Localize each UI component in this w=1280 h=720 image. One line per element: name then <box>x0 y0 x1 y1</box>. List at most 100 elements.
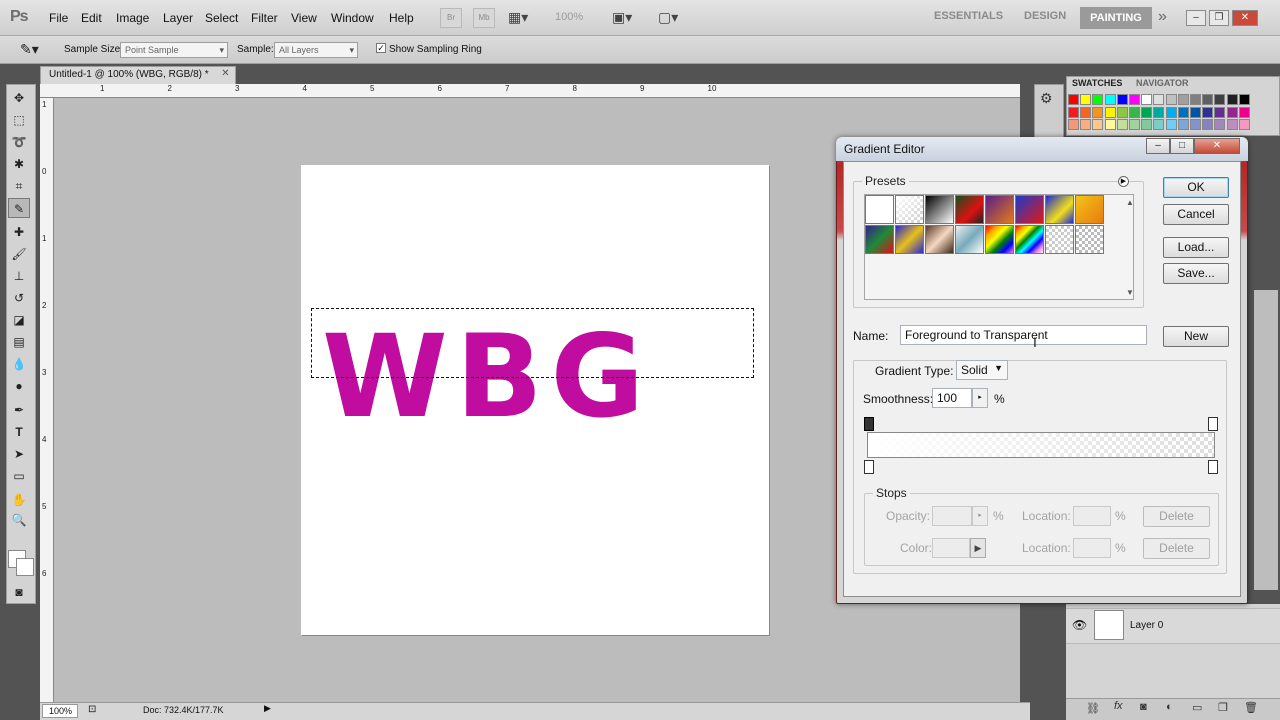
eyedropper-tool-icon[interactable]: ✎ <box>8 198 30 218</box>
ok-button[interactable]: OK <box>1163 177 1229 198</box>
gradient-preset-swatch[interactable] <box>895 195 924 224</box>
color-stop-right[interactable] <box>1208 460 1218 474</box>
opacity-stop-left[interactable] <box>864 417 874 431</box>
swatch[interactable] <box>1165 119 1177 130</box>
restore-icon[interactable]: ❐ <box>1209 10 1229 26</box>
swatch[interactable] <box>1214 119 1226 130</box>
pen-tool-icon[interactable]: ✒ <box>8 400 30 420</box>
swatch[interactable] <box>1202 94 1214 105</box>
hand-tool-icon[interactable]: ✋ <box>8 490 30 510</box>
close-tab-icon[interactable]: ✕ <box>220 69 231 80</box>
gradient-preset-swatch[interactable] <box>1075 225 1104 254</box>
swatch[interactable] <box>1092 94 1104 105</box>
tab-swatches[interactable]: SWATCHES <box>1072 78 1122 88</box>
menu-image[interactable]: Image <box>116 11 149 25</box>
swatch[interactable] <box>1129 119 1140 130</box>
menu-window[interactable]: Window <box>331 11 374 25</box>
eye-visibility-icon[interactable]: 👁 <box>1072 618 1087 632</box>
move-tool-icon[interactable]: ✥ <box>8 88 30 108</box>
layer-mask-icon[interactable]: ◙ <box>1140 701 1147 713</box>
path-selection-tool-icon[interactable]: ➤ <box>8 444 30 464</box>
menu-filter[interactable]: Filter <box>251 11 278 25</box>
color-location-field[interactable] <box>1073 538 1111 558</box>
extras-icon[interactable]: ▦▾ <box>508 9 538 27</box>
quick-select-tool-icon[interactable]: ✱ <box>8 154 30 174</box>
presets-grid[interactable] <box>864 194 1134 300</box>
swatch[interactable] <box>1226 119 1238 130</box>
swatch[interactable] <box>1080 119 1092 130</box>
swatch[interactable] <box>1153 94 1165 105</box>
lasso-tool-icon[interactable]: ➰ <box>8 132 30 152</box>
swatch[interactable] <box>1116 94 1128 105</box>
gradient-preset-swatch[interactable] <box>1045 195 1074 224</box>
swatch[interactable] <box>1165 106 1177 118</box>
gradient-type-select[interactable]: Solid ▼ <box>956 360 1008 380</box>
swatch[interactable] <box>1129 94 1140 105</box>
dodge-tool-icon[interactable]: ● <box>8 376 30 396</box>
swatch[interactable] <box>1202 106 1214 118</box>
trash-icon[interactable]: 🗑 <box>1244 701 1258 714</box>
swatch[interactable] <box>1116 119 1128 130</box>
more-workspaces-icon[interactable]: » <box>1158 8 1167 26</box>
scroll-down-icon[interactable]: ▼ <box>1126 288 1134 297</box>
color-swatch-field[interactable] <box>932 538 970 558</box>
gradient-preset-swatch[interactable] <box>955 195 984 224</box>
gradient-preset-swatch[interactable] <box>1045 225 1074 254</box>
history-panel-icon[interactable]: ⚙ <box>1040 90 1053 107</box>
color-picker-arrow-icon[interactable]: ▶ <box>970 538 986 558</box>
swatch[interactable] <box>1190 106 1201 118</box>
swatch[interactable] <box>1177 94 1189 105</box>
bridge-button[interactable]: Br <box>440 8 462 28</box>
gradient-preset-swatch[interactable] <box>925 195 954 224</box>
swatch[interactable] <box>1068 119 1079 130</box>
swatch[interactable] <box>1190 119 1201 130</box>
menu-layer[interactable]: Layer <box>163 11 193 25</box>
blur-tool-icon[interactable]: 💧 <box>8 354 30 374</box>
swatch[interactable] <box>1116 106 1128 118</box>
swatch[interactable] <box>1104 119 1116 130</box>
gradient-preset-swatch[interactable] <box>865 195 894 224</box>
swatch[interactable] <box>1226 106 1238 118</box>
sample-select[interactable]: All Layers <box>274 42 358 58</box>
opacity-stop-right[interactable] <box>1208 417 1218 431</box>
gradient-preset-swatch[interactable] <box>865 225 894 254</box>
swatch[interactable] <box>1104 94 1116 105</box>
menu-file[interactable]: File <box>49 11 68 25</box>
swatch[interactable] <box>1092 106 1104 118</box>
gradient-preset-swatch[interactable] <box>895 225 924 254</box>
load-button[interactable]: Load... <box>1163 237 1229 258</box>
scroll-up-icon[interactable]: ▲ <box>1126 198 1134 207</box>
minimize-icon[interactable]: – <box>1186 10 1206 26</box>
color-stop-left[interactable] <box>864 460 874 474</box>
eraser-tool-icon[interactable]: ◪ <box>8 310 30 330</box>
swatch[interactable] <box>1238 119 1250 130</box>
gradient-preview-bar[interactable] <box>867 432 1215 458</box>
menu-view[interactable]: View <box>291 11 317 25</box>
opacity-location-field[interactable] <box>1073 506 1111 526</box>
cancel-button[interactable]: Cancel <box>1163 204 1229 225</box>
new-group-icon[interactable]: ▭ <box>1192 701 1202 714</box>
presets-menu-icon[interactable]: ▶ <box>1118 176 1129 187</box>
status-zoom[interactable]: 100% <box>42 704 78 718</box>
swatch[interactable] <box>1068 106 1079 118</box>
swatch[interactable] <box>1129 106 1140 118</box>
swatch[interactable] <box>1226 94 1238 105</box>
menu-edit[interactable]: Edit <box>81 11 102 25</box>
new-layer-icon[interactable]: ❐ <box>1218 701 1228 714</box>
swatch[interactable] <box>1092 119 1104 130</box>
gradient-preset-swatch[interactable] <box>1075 195 1104 224</box>
gradient-preset-swatch[interactable] <box>1015 225 1044 254</box>
show-sampling-ring-checkbox[interactable]: ✓ <box>376 43 386 53</box>
swatch[interactable] <box>1068 94 1079 105</box>
swatch[interactable] <box>1080 106 1092 118</box>
new-button[interactable]: New <box>1163 326 1229 347</box>
arrange-documents-icon[interactable]: ▣▾ <box>612 9 632 26</box>
swatch[interactable] <box>1190 94 1201 105</box>
swatch[interactable] <box>1141 119 1153 130</box>
swatch[interactable] <box>1238 106 1250 118</box>
smoothness-field[interactable]: 100 <box>932 388 972 408</box>
shape-tool-icon[interactable]: ▭ <box>8 466 30 486</box>
crop-tool-icon[interactable]: ⌗ <box>8 176 30 196</box>
swatch[interactable] <box>1165 94 1177 105</box>
close-icon[interactable]: ✕ <box>1232 10 1258 26</box>
